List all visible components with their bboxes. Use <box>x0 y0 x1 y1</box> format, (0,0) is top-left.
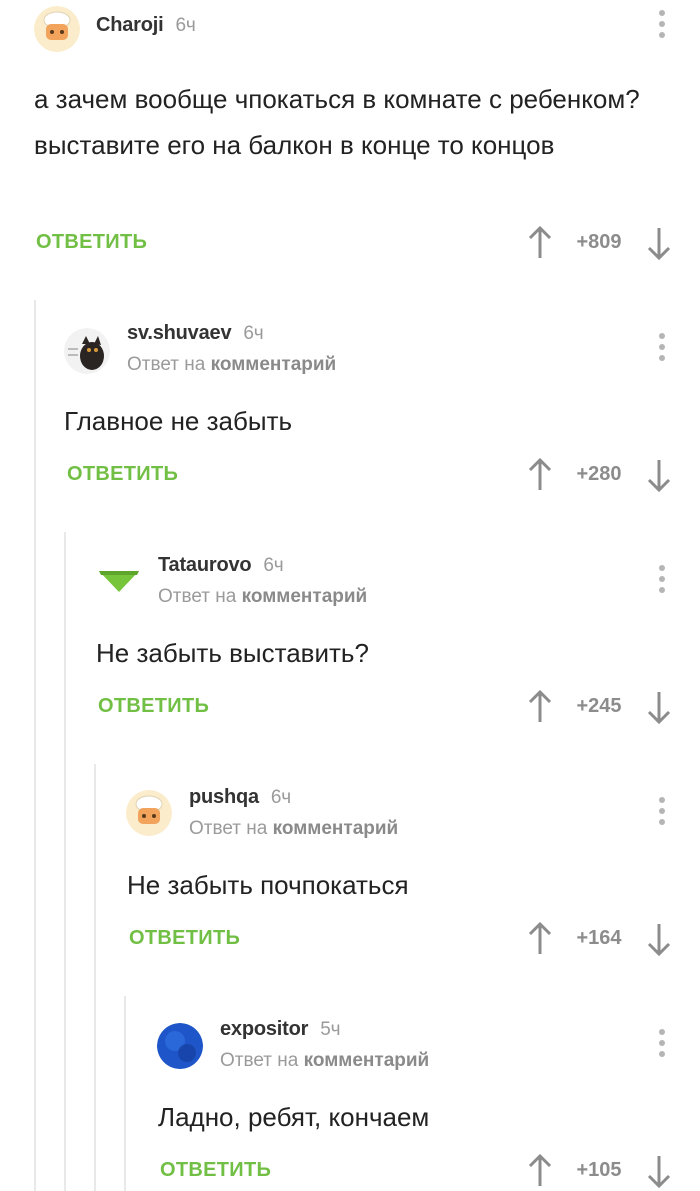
upvote-arrow-icon[interactable] <box>527 226 553 260</box>
vote-score: +164 <box>576 927 622 949</box>
reply-to-link[interactable]: Ответ на комментарий <box>127 354 336 376</box>
chef-avatar-icon[interactable] <box>126 790 172 836</box>
thread-line-level-2 <box>64 532 66 1191</box>
comment-author[interactable]: Tataurovo 6ч <box>158 554 284 577</box>
more-options-icon[interactable] <box>658 797 666 829</box>
downvote-arrow-icon[interactable] <box>646 1154 672 1188</box>
comment-time: 6ч <box>243 323 264 344</box>
comment-author[interactable]: Charoji 6ч <box>96 14 196 37</box>
thread-line-level-1 <box>34 300 36 1191</box>
reply-to-link[interactable]: Ответ на комментарий <box>189 818 398 840</box>
downvote-arrow-icon[interactable] <box>646 690 672 724</box>
green-triangle-avatar-icon[interactable] <box>96 556 142 602</box>
comment-text: Главное не забыть <box>64 406 293 436</box>
chef-avatar-icon[interactable] <box>34 6 80 52</box>
comment-text: Не забыть выставить? <box>96 638 369 668</box>
comment-author[interactable]: pushqa 6ч <box>189 786 291 809</box>
comment-author[interactable]: sv.shuvaev 6ч <box>127 322 264 345</box>
more-options-icon[interactable] <box>658 10 666 42</box>
downvote-arrow-icon[interactable] <box>646 458 672 492</box>
cat-avatar-icon[interactable] <box>64 328 110 374</box>
comment-time: 6ч <box>263 555 284 576</box>
upvote-arrow-icon[interactable] <box>527 1154 553 1188</box>
upvote-arrow-icon[interactable] <box>527 922 553 956</box>
comment-time: 6ч <box>270 787 291 808</box>
vote-score: +280 <box>576 463 622 485</box>
comment-text: Ладно, ребят, кончаем <box>158 1102 430 1132</box>
reply-button[interactable]: ОТВЕТИТЬ <box>36 231 147 254</box>
comment-text: а зачем вообще чпокаться в комнате с реб… <box>34 84 640 160</box>
downvote-arrow-icon[interactable] <box>646 922 672 956</box>
more-options-icon[interactable] <box>658 565 666 597</box>
reply-button[interactable]: ОТВЕТИТЬ <box>98 695 209 718</box>
vote-score: +809 <box>576 231 622 253</box>
reply-to-link[interactable]: Ответ на комментарий <box>220 1050 429 1072</box>
comment-text: Не забыть почпокаться <box>127 870 409 900</box>
upvote-arrow-icon[interactable] <box>527 690 553 724</box>
blue-circle-avatar-icon[interactable] <box>157 1023 203 1069</box>
comment-author[interactable]: expositor 5ч <box>220 1018 341 1041</box>
reply-button[interactable]: ОТВЕТИТЬ <box>67 463 178 486</box>
reply-button[interactable]: ОТВЕТИТЬ <box>160 1159 271 1182</box>
reply-button[interactable]: ОТВЕТИТЬ <box>129 927 240 950</box>
upvote-arrow-icon[interactable] <box>527 458 553 492</box>
thread-line-level-3 <box>94 764 96 1191</box>
more-options-icon[interactable] <box>658 333 666 365</box>
comment: Charoji 6ч а зачем вообще чпокаться в ком… <box>0 0 700 270</box>
downvote-arrow-icon[interactable] <box>646 226 672 260</box>
vote-score: +105 <box>576 1159 622 1181</box>
more-options-icon[interactable] <box>658 1029 666 1061</box>
reply-to-link[interactable]: Ответ на комментарий <box>158 586 367 608</box>
comment-time: 6ч <box>175 15 196 36</box>
comment-time: 5ч <box>320 1019 341 1040</box>
vote-score: +245 <box>576 695 622 717</box>
thread-line-level-4 <box>124 996 126 1191</box>
